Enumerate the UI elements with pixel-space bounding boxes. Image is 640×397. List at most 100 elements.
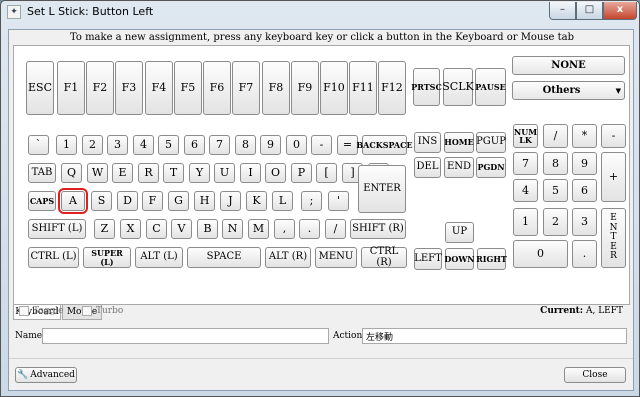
key-2[interactable]: 2: [82, 135, 103, 155]
key-l[interactable]: L: [272, 191, 293, 211]
key-f1[interactable]: F1: [57, 61, 85, 115]
key-6[interactable]: 6: [184, 135, 205, 155]
toggle-checkbox[interactable]: [19, 306, 29, 316]
minimize-button[interactable]: –: [549, 2, 576, 20]
advanced-button[interactable]: 🔧 Advanced: [15, 367, 77, 383]
key-num-divide[interactable]: /: [543, 124, 568, 148]
key-shift-left[interactable]: SHIFT (L): [28, 219, 86, 239]
turbo-option[interactable]: Turbo: [82, 306, 123, 316]
key-f7[interactable]: F7: [232, 61, 260, 115]
key-t[interactable]: T: [163, 163, 184, 183]
key-ctrl-left[interactable]: CTRL (L): [28, 247, 79, 268]
key-i[interactable]: I: [240, 163, 261, 183]
name-field[interactable]: [42, 328, 329, 344]
key-del[interactable]: DEL: [414, 157, 441, 178]
key-ctrl-right[interactable]: CTRL (R): [361, 246, 407, 268]
key-up[interactable]: UP: [445, 222, 474, 243]
key-h[interactable]: H: [194, 191, 215, 211]
key-caps[interactable]: CAPS: [28, 191, 56, 211]
key-left[interactable]: LEFT: [414, 248, 442, 270]
key-p[interactable]: P: [291, 163, 312, 183]
key-period[interactable]: .: [299, 219, 320, 239]
none-button[interactable]: NONE: [512, 56, 625, 75]
key-f5[interactable]: F5: [174, 61, 202, 115]
key-right[interactable]: RIGHT: [476, 248, 507, 270]
key-w[interactable]: W: [87, 163, 108, 183]
key-backtick[interactable]: `: [28, 135, 49, 155]
maximize-button[interactable]: □: [576, 2, 603, 20]
key-n[interactable]: N: [222, 219, 243, 239]
key-o[interactable]: O: [265, 163, 286, 183]
key-home[interactable]: HOME: [444, 132, 474, 153]
key-f3[interactable]: F3: [115, 61, 143, 115]
key-sclk[interactable]: SCLK: [442, 68, 474, 106]
key-super-left[interactable]: SUPER (L): [83, 247, 131, 268]
key-pgdn[interactable]: PGDN: [476, 157, 506, 178]
key-equals[interactable]: =: [337, 135, 358, 155]
key-down[interactable]: DOWN: [444, 248, 475, 270]
key-ins[interactable]: INS: [414, 132, 441, 153]
key-m[interactable]: M: [248, 219, 269, 239]
key-pgup[interactable]: PGUP: [476, 132, 506, 153]
key-num-4[interactable]: 4: [513, 179, 538, 202]
key-f[interactable]: F: [142, 191, 163, 211]
key-1[interactable]: 1: [56, 135, 77, 155]
key-backspace[interactable]: BACKSPACE: [356, 135, 413, 155]
key-num-enter[interactable]: E N T E R: [601, 208, 626, 268]
key-c[interactable]: C: [146, 219, 167, 239]
key-comma[interactable]: ,: [274, 219, 295, 239]
key-d[interactable]: D: [117, 191, 138, 211]
key-x[interactable]: X: [120, 219, 141, 239]
key-pause[interactable]: PAUSE: [475, 68, 506, 106]
key-3[interactable]: 3: [107, 135, 128, 155]
key-num-plus[interactable]: +: [601, 152, 626, 202]
key-7[interactable]: 7: [209, 135, 230, 155]
key-num-5[interactable]: 5: [543, 179, 568, 202]
key-f10[interactable]: F10: [320, 61, 348, 115]
key-a[interactable]: A: [58, 188, 88, 214]
key-v[interactable]: V: [171, 219, 192, 239]
key-num-1[interactable]: 1: [513, 208, 538, 236]
key-f4[interactable]: F4: [145, 61, 173, 115]
key-num-0[interactable]: 0: [513, 240, 568, 268]
key-4[interactable]: 4: [133, 135, 154, 155]
key-numlock[interactable]: NUM LK: [513, 124, 538, 148]
key-alt-right[interactable]: ALT (R): [265, 247, 311, 268]
key-k[interactable]: K: [246, 191, 267, 211]
key-space[interactable]: SPACE: [187, 247, 261, 268]
key-f6[interactable]: F6: [203, 61, 231, 115]
key-left-bracket[interactable]: [: [316, 163, 337, 183]
key-8[interactable]: 8: [235, 135, 256, 155]
key-j[interactable]: J: [220, 191, 241, 211]
key-f9[interactable]: F9: [291, 61, 319, 115]
key-minus[interactable]: -: [311, 135, 332, 155]
key-shift-right[interactable]: SHIFT (R): [350, 219, 406, 239]
key-r[interactable]: R: [138, 163, 159, 183]
key-num-6[interactable]: 6: [572, 179, 597, 202]
key-apostrophe[interactable]: ': [328, 191, 349, 211]
turbo-checkbox[interactable]: [82, 306, 92, 316]
key-f11[interactable]: F11: [349, 61, 377, 115]
toggle-option[interactable]: Toggle: [19, 306, 63, 316]
key-f8[interactable]: F8: [262, 61, 290, 115]
key-f12[interactable]: F12: [378, 61, 406, 115]
key-num-8[interactable]: 8: [543, 152, 568, 175]
key-s[interactable]: S: [91, 191, 112, 211]
key-num-dot[interactable]: .: [572, 240, 597, 268]
key-end[interactable]: END: [444, 157, 474, 178]
title-bar[interactable]: ✦ Set L Stick: Button Left – □ x: [1, 1, 639, 23]
close-window-button[interactable]: x: [603, 2, 637, 20]
key-esc[interactable]: ESC: [26, 61, 54, 115]
key-e[interactable]: E: [112, 163, 133, 183]
key-num-3[interactable]: 3: [572, 208, 597, 236]
key-g[interactable]: G: [168, 191, 189, 211]
key-prtsc[interactable]: PRTSC: [411, 68, 442, 106]
key-tab[interactable]: TAB: [28, 163, 56, 183]
key-num-9[interactable]: 9: [572, 152, 597, 175]
action-field[interactable]: 左移動: [362, 328, 627, 344]
key-semicolon[interactable]: ;: [301, 191, 322, 211]
key-f2[interactable]: F2: [86, 61, 114, 115]
key-num-7[interactable]: 7: [513, 152, 538, 175]
key-y[interactable]: Y: [189, 163, 210, 183]
key-0[interactable]: 0: [286, 135, 307, 155]
